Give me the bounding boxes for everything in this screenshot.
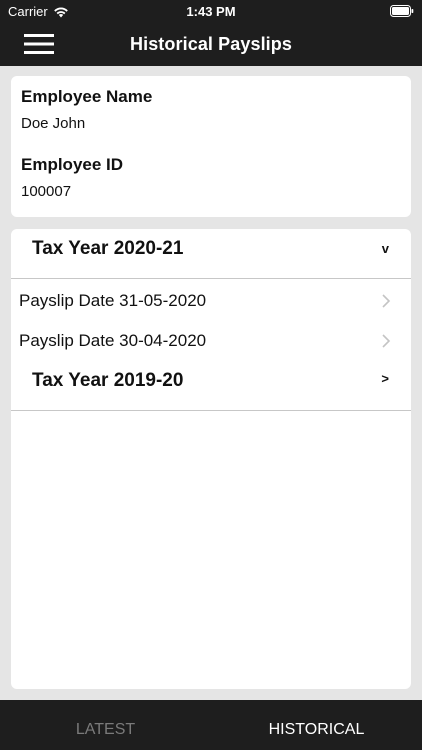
- employee-name-label: Employee Name: [21, 87, 153, 106]
- tax-year-title: Tax Year 2020-21: [32, 238, 184, 259]
- status-time: 1:43 PM: [186, 4, 236, 19]
- payslip-date-label: Payslip Date 31-05-2020: [19, 291, 207, 310]
- bottom-tab-bar: LATEST HISTORICAL: [0, 700, 422, 750]
- tax-year-2020-21-header[interactable]: Tax Year 2020-21 v: [11, 229, 411, 275]
- employee-details-card: Employee Name Doe John Employee ID 10000…: [11, 76, 411, 217]
- section-divider: [11, 410, 411, 411]
- chevron-right-icon: [382, 334, 391, 348]
- employee-id-label: Employee ID: [21, 155, 124, 174]
- tab-latest[interactable]: LATEST: [0, 700, 211, 750]
- tax-year-title: Tax Year 2019-20: [32, 370, 184, 391]
- tax-year-2019-20-header[interactable]: Tax Year 2019-20 >: [11, 361, 411, 407]
- battery-icon: [390, 5, 414, 17]
- payslip-row-2020-04-30[interactable]: Payslip Date 30-04-2020: [11, 321, 411, 361]
- page-title: Historical Payslips: [130, 34, 292, 54]
- payslip-row-2020-05-31[interactable]: Payslip Date 31-05-2020: [11, 281, 411, 321]
- tab-historical[interactable]: HISTORICAL: [211, 700, 422, 750]
- payslips-list-card: Tax Year 2020-21 v Payslip Date 31-05-20…: [11, 229, 411, 689]
- employee-id-value: 100007: [21, 183, 72, 200]
- navigation-bar: Historical Payslips: [0, 22, 422, 66]
- payslip-date-label: Payslip Date 30-04-2020: [19, 331, 207, 350]
- employee-name-value: Doe John: [21, 115, 86, 132]
- collapse-chevron-icon: v: [381, 241, 389, 256]
- status-bar: Carrier 1:43 PM: [0, 0, 422, 22]
- chevron-right-icon: [382, 294, 391, 308]
- expand-chevron-icon: >: [381, 371, 389, 386]
- section-divider: [11, 278, 411, 279]
